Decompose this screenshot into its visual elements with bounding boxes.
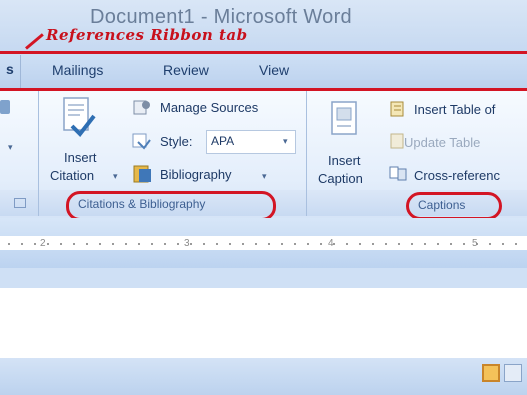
insert-caption-label-2[interactable]: Caption (318, 171, 363, 186)
document-page[interactable] (0, 288, 527, 358)
manage-sources-icon (132, 98, 152, 116)
update-table-button[interactable]: Update Table (404, 135, 480, 150)
ruler-number: 5 (472, 238, 478, 249)
insert-citation-icon[interactable] (62, 96, 96, 140)
chevron-down-icon: ▾ (8, 142, 13, 152)
style-dropdown[interactable]: APA ▾ (206, 130, 296, 154)
style-value: APA (211, 134, 235, 148)
references-ribbon-tab-annotation: References Ribbon tab (46, 26, 248, 44)
dialog-launcher-icon[interactable] (14, 198, 26, 208)
bibliography-button[interactable]: Bibliography (160, 167, 232, 182)
table-of-figures-icon (388, 100, 406, 118)
group-separator (306, 88, 307, 216)
manage-sources-button[interactable]: Manage Sources (160, 100, 258, 115)
captions-group-callout (406, 192, 502, 220)
insert-table-of-figures-button[interactable]: Insert Table of (414, 102, 495, 117)
ruler-number: 3 (184, 238, 190, 249)
status-bar (0, 358, 527, 395)
insert-caption-label-1[interactable]: Insert (328, 153, 361, 168)
ruler-number: 4 (328, 238, 334, 249)
bibliography-icon (132, 164, 154, 184)
partial-group-button[interactable] (0, 100, 10, 114)
document-margin (0, 268, 527, 288)
citations-group-callout (66, 191, 276, 221)
insert-citation-label-2[interactable]: Citation (50, 168, 94, 183)
ruler-dots (8, 243, 523, 245)
ruler-number: 2 (40, 238, 46, 249)
chevron-down-icon: ▾ (262, 171, 267, 181)
cross-reference-icon (388, 164, 408, 182)
insert-caption-icon[interactable] (330, 100, 360, 138)
style-label: Style: (160, 134, 193, 149)
chevron-down-icon[interactable]: ▾ (283, 136, 288, 147)
references-tab-callout (0, 51, 527, 91)
insert-citation-label-1[interactable]: Insert (64, 150, 97, 165)
style-icon (132, 132, 152, 150)
cross-reference-button[interactable]: Cross-referenc (414, 168, 500, 183)
group-separator (38, 88, 39, 216)
full-screen-reading-view-icon[interactable] (504, 364, 522, 382)
print-layout-view-icon[interactable] (482, 364, 500, 382)
chevron-down-icon: ▾ (113, 171, 118, 181)
